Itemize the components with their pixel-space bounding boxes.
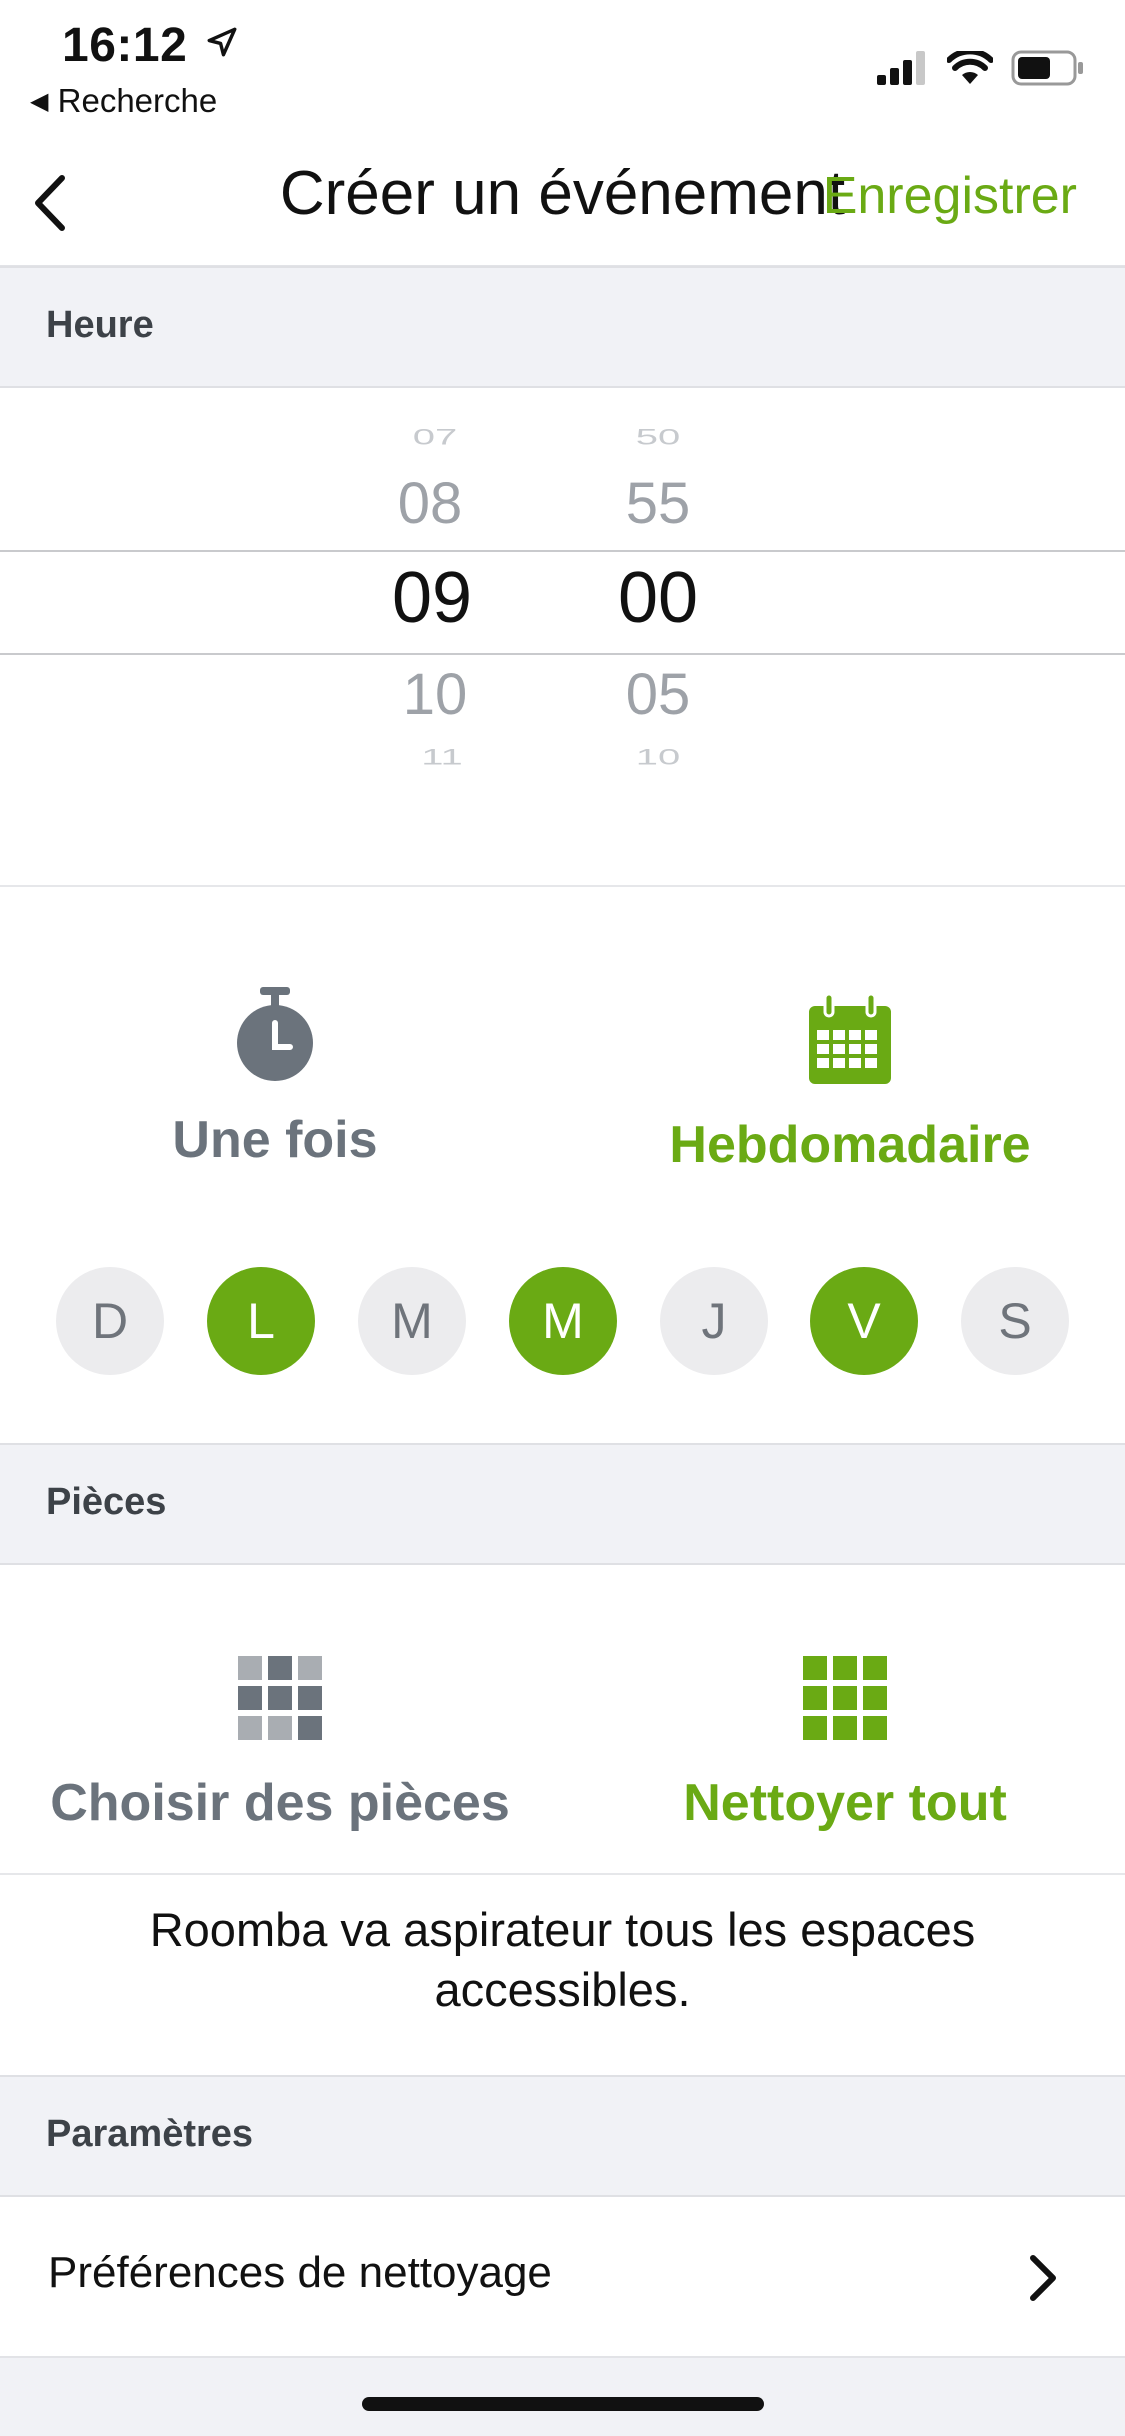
time-picker[interactable]: 07 08 09 10 11 50 55 00 05 10 (0, 385, 1125, 887)
minute-selected[interactable]: 00 (578, 557, 738, 639)
divider (0, 1873, 1125, 1875)
hour-far-next: 11 (421, 745, 463, 770)
chevron-right-icon (1030, 2255, 1056, 2301)
day-wednesday[interactable]: M (509, 1267, 617, 1375)
rooms-info-line-2: accessibles. (434, 1963, 691, 2016)
location-arrow-icon (207, 27, 237, 57)
picker-line-top (0, 550, 1125, 552)
section-title-time: Heure (46, 304, 154, 346)
status-time: 16:12 (62, 18, 239, 73)
hour-far-prev: 07 (412, 425, 458, 450)
minute-prev[interactable]: 55 (578, 470, 738, 537)
calendar-icon (809, 992, 891, 1084)
back-triangle-icon: ◀ (30, 88, 49, 115)
day-friday[interactable]: V (810, 1267, 918, 1375)
minute-far-next: 10 (635, 745, 681, 770)
save-button[interactable]: Enregistrer (823, 166, 1077, 226)
day-sunday[interactable]: D (56, 1267, 164, 1375)
grid-icon (238, 1656, 322, 1740)
section-title-settings: Paramètres (46, 2113, 254, 2155)
minute-far-prev: 50 (635, 425, 681, 450)
status-icons (877, 48, 1085, 88)
status-time-text: 16:12 (62, 19, 188, 72)
weekly-label: Hebdomadaire (669, 1116, 1031, 1174)
grid-icon (803, 1656, 887, 1740)
wifi-icon (947, 51, 993, 84)
cleaning-preferences-row[interactable]: Préférences de nettoyage (0, 2198, 1125, 2358)
cleaning-preferences-label: Préférences de nettoyage (48, 2248, 552, 2297)
status-back-link[interactable]: ◀ Recherche (30, 82, 217, 120)
clean-all-option[interactable]: Nettoyer tout (640, 1656, 1050, 1833)
once-label: Une fois (172, 1111, 378, 1169)
clean-all-label: Nettoyer tout (683, 1774, 1007, 1832)
choose-rooms-option[interactable]: Choisir des pièces (40, 1656, 520, 1833)
nav-bar: Créer un événement Enregistrer (0, 140, 1125, 267)
battery-icon (1011, 50, 1083, 86)
picker-line-bottom (0, 653, 1125, 655)
section-title-rooms: Pièces (46, 1481, 167, 1523)
hour-prev[interactable]: 08 (350, 470, 510, 537)
section-header-rooms: Pièces (0, 1443, 1125, 1565)
hour-selected[interactable]: 09 (352, 557, 512, 639)
rooms-info-text: Roomba va aspirateur tous les espaces ac… (0, 1900, 1125, 2020)
minute-next[interactable]: 05 (578, 661, 738, 728)
day-tuesday[interactable]: M (358, 1267, 466, 1375)
rooms-info-line-1: Roomba va aspirateur tous les espaces (149, 1903, 976, 1956)
home-indicator[interactable] (362, 2397, 764, 2411)
weekly-option[interactable]: Hebdomadaire (650, 992, 1050, 1175)
day-monday[interactable]: L (207, 1267, 315, 1375)
hour-next[interactable]: 10 (355, 661, 515, 728)
section-header-time: Heure (0, 266, 1125, 388)
status-back-label: Recherche (57, 82, 218, 119)
day-saturday[interactable]: S (961, 1267, 1069, 1375)
section-header-settings: Paramètres (0, 2075, 1125, 2197)
day-thursday[interactable]: J (660, 1267, 768, 1375)
once-option[interactable]: Une fois (95, 985, 455, 1170)
signal-icon (877, 51, 925, 85)
stopwatch-icon (237, 987, 313, 1081)
choose-rooms-label: Choisir des pièces (50, 1774, 510, 1832)
